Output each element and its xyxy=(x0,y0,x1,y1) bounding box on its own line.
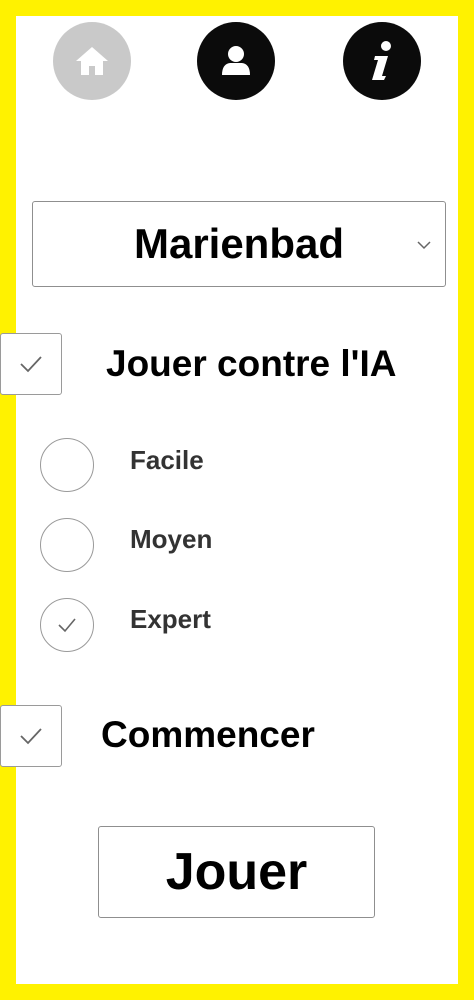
game-select-value: Marienbad xyxy=(133,220,345,267)
check-icon xyxy=(20,356,42,373)
check-icon xyxy=(58,618,76,633)
user-icon xyxy=(222,46,250,75)
info-icon xyxy=(372,41,391,80)
profile-button[interactable] xyxy=(197,22,275,100)
check-icon xyxy=(20,728,42,745)
radio-facile-label: Facile xyxy=(130,445,204,475)
play-button[interactable]: Jouer xyxy=(98,826,375,918)
radio-moyen-label: Moyen xyxy=(130,524,213,554)
radio-facile[interactable] xyxy=(40,438,94,492)
radio-expert-label: Expert xyxy=(130,604,211,634)
chevron-down-icon xyxy=(417,241,431,250)
start-checkbox-label: Commencer xyxy=(101,714,315,755)
radio-expert[interactable] xyxy=(40,598,94,652)
info-button[interactable] xyxy=(343,22,421,100)
ai-checkbox[interactable] xyxy=(0,333,62,395)
start-checkbox[interactable] xyxy=(0,705,62,767)
radio-moyen[interactable] xyxy=(40,518,94,572)
home-icon xyxy=(76,47,108,75)
home-button[interactable] xyxy=(53,22,131,100)
ai-checkbox-label: Jouer contre l'IA xyxy=(106,343,397,384)
game-select[interactable]: Marienbad xyxy=(32,201,446,287)
